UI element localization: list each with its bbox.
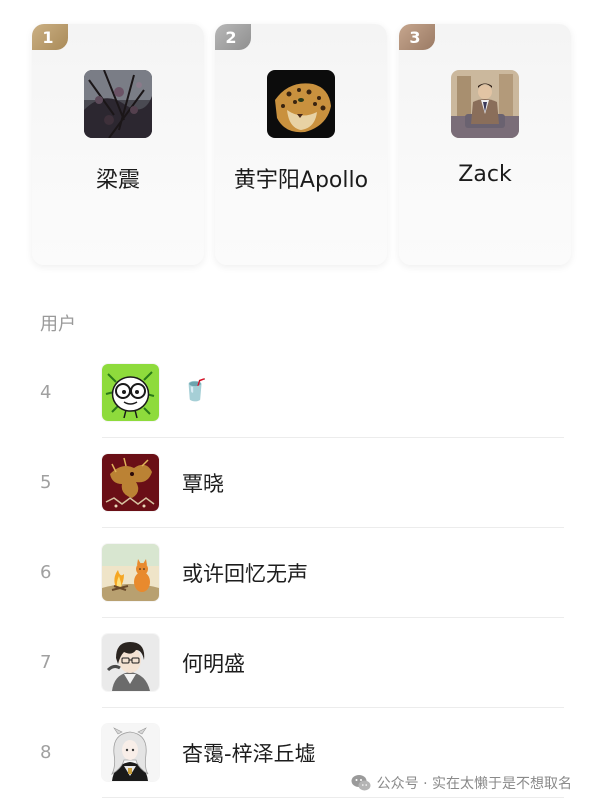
rank-badge-silver: 2 (215, 24, 251, 50)
watermark-text: 公众号 · 实在太懒于是不想取名 (376, 776, 572, 792)
avatar[interactable] (102, 364, 159, 421)
divider (102, 797, 564, 798)
user-name: 🥤 (182, 378, 209, 402)
avatar[interactable] (84, 70, 152, 138)
top-three-podium: 1 梁震 2 黄宇阳Apollo 3 Zack (32, 24, 572, 265)
card-name: Zack (458, 162, 512, 187)
list-item[interactable]: 6 或许回忆无声 (0, 528, 592, 618)
wechat-icon (351, 774, 371, 792)
rank-number: 4 (40, 382, 52, 403)
avatar[interactable] (102, 634, 159, 691)
rank-number: 7 (40, 652, 52, 673)
user-name: 覃晓 (182, 472, 224, 496)
avatar[interactable] (267, 70, 335, 138)
user-name: 何明盛 (182, 652, 245, 676)
user-list: 4 🥤 5 覃晓 6 或许回忆无声 7 何明盛 8 杳霭-梓泽丘墟 (0, 348, 592, 798)
user-name: 杳霭-梓泽丘墟 (182, 742, 316, 766)
rank-number: 5 (40, 472, 52, 493)
rank-card-1[interactable]: 1 梁震 (32, 24, 204, 265)
user-name: 或许回忆无声 (182, 562, 308, 586)
avatar[interactable] (102, 454, 159, 511)
rank-card-3[interactable]: 3 Zack (399, 24, 571, 265)
avatar[interactable] (102, 724, 159, 781)
rank-badge-bronze: 3 (399, 24, 435, 50)
section-label-users: 用户 (40, 314, 76, 335)
avatar[interactable] (451, 70, 519, 138)
rank-card-2[interactable]: 2 黄宇阳Apollo (215, 24, 387, 265)
card-name: 梁震 (95, 168, 140, 193)
rank-number: 8 (40, 742, 52, 763)
rank-number: 6 (40, 562, 52, 583)
list-item[interactable]: 4 🥤 (0, 348, 592, 438)
card-name: 黄宇阳Apollo (233, 168, 369, 193)
list-item[interactable]: 7 何明盛 (0, 618, 592, 708)
list-item[interactable]: 5 覃晓 (0, 438, 592, 528)
rank-badge-gold: 1 (32, 24, 68, 50)
watermark: 公众号 · 实在太懒于是不想取名 (351, 773, 572, 793)
avatar[interactable] (102, 544, 159, 601)
